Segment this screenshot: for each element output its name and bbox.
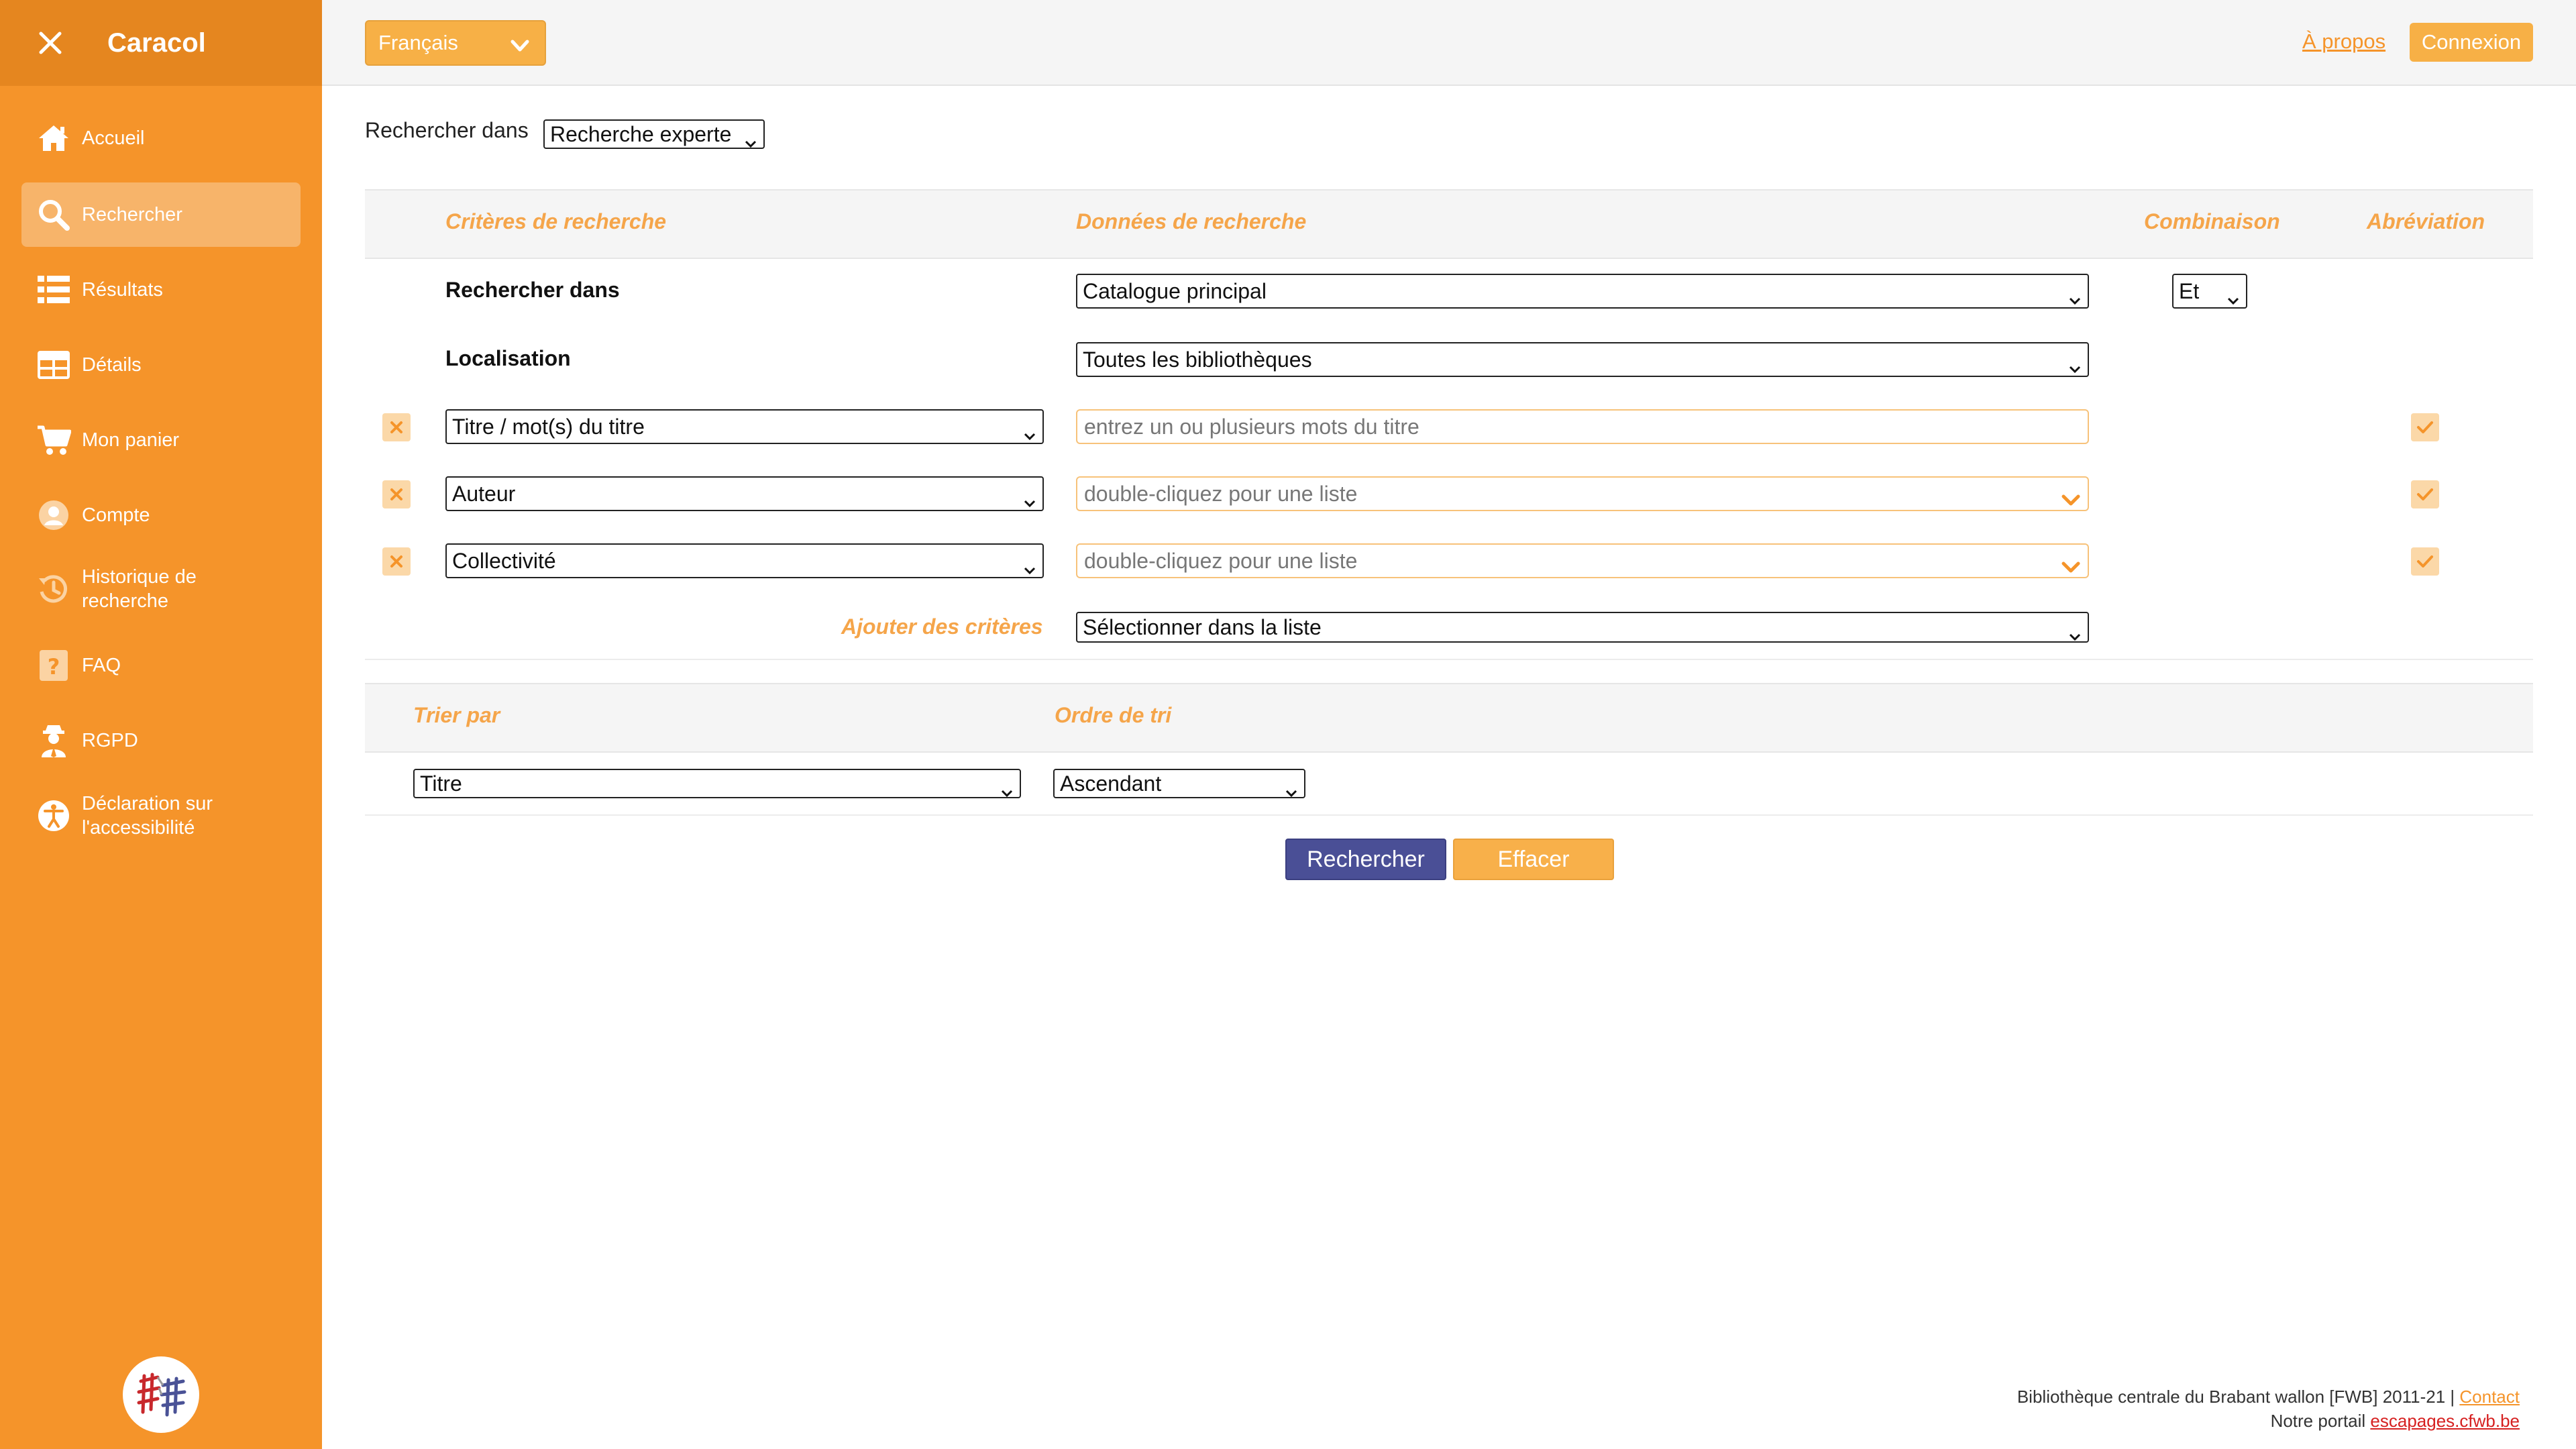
top-bar: Français À propos Connexion xyxy=(322,0,2576,86)
portal-link[interactable]: escapages.cfwb.be xyxy=(2370,1411,2520,1431)
clear-button[interactable]: Effacer xyxy=(1453,839,1614,880)
remove-criterion-button[interactable] xyxy=(382,413,411,441)
sidebar-item-details[interactable]: Détails xyxy=(21,333,301,397)
chevron-down-icon xyxy=(1024,556,1036,581)
search-mode-select[interactable]: Recherche experte xyxy=(543,119,765,149)
sort-order-select[interactable]: Ascendant xyxy=(1053,769,1305,798)
chevron-down-icon xyxy=(1285,779,1297,804)
login-button[interactable]: Connexion xyxy=(2410,23,2533,62)
chevron-down-icon[interactable] xyxy=(2061,555,2081,580)
abbreviation-checkbox[interactable] xyxy=(2411,413,2439,441)
row-label-search-in: Rechercher dans xyxy=(445,278,620,302)
collectivity-input[interactable]: double-cliquez pour une liste xyxy=(1076,543,2089,578)
sidebar-item-resultats[interactable]: Résultats xyxy=(21,258,301,322)
criterion-field-select[interactable]: Titre / mot(s) du titre xyxy=(445,409,1044,444)
header-criteria: Critères de recherche xyxy=(445,209,667,233)
divider xyxy=(365,659,2533,660)
close-icon[interactable] xyxy=(0,31,101,55)
user-icon xyxy=(21,500,86,531)
footer-line-1: Bibliothèque centrale du Brabant wallon … xyxy=(2017,1385,2520,1409)
copyright-text: Bibliothèque centrale du Brabant wallon … xyxy=(2017,1387,2460,1407)
home-icon xyxy=(21,123,86,153)
search-button[interactable]: Rechercher xyxy=(1285,839,1446,880)
header-data: Données de recherche xyxy=(1076,209,1307,233)
details-grid-icon xyxy=(21,351,86,379)
chevron-down-icon[interactable] xyxy=(2061,488,2081,513)
chevron-down-icon xyxy=(2227,286,2239,311)
chevron-down-icon xyxy=(2069,286,2081,311)
sidebar-item-compte[interactable]: Compte xyxy=(21,483,301,547)
header-sort-by: Trier par xyxy=(413,703,500,727)
checkmark-icon xyxy=(2417,421,2433,433)
row-label-location: Localisation xyxy=(445,346,571,370)
portal-label: Notre portail xyxy=(2270,1411,2371,1431)
contact-link[interactable]: Contact xyxy=(2459,1387,2520,1407)
language-value: Français xyxy=(378,31,458,54)
abbreviation-checkbox[interactable] xyxy=(2411,480,2439,508)
sidebar-header: Caracol xyxy=(0,0,322,86)
language-select[interactable]: Français xyxy=(365,20,546,66)
accessibility-icon xyxy=(21,800,86,832)
svg-text:?: ? xyxy=(48,654,60,680)
footer: Bibliothèque centrale du Brabant wallon … xyxy=(2017,1385,2520,1433)
criterion-field-select[interactable]: Auteur xyxy=(445,476,1044,511)
author-input[interactable]: double-cliquez pour une liste xyxy=(1076,476,2089,511)
library-logo xyxy=(123,1356,199,1433)
header-abbreviation: Abréviation xyxy=(2367,209,2485,233)
footer-line-2: Notre portail escapages.cfwb.be xyxy=(2017,1409,2520,1433)
remove-criterion-button[interactable] xyxy=(382,547,411,576)
chevron-down-icon xyxy=(510,35,530,59)
criterion-field-select[interactable]: Collectivité xyxy=(445,543,1044,578)
sort-by-select[interactable]: Titre xyxy=(413,769,1021,798)
add-criteria-label: Ajouter des critères xyxy=(841,614,1043,639)
sidebar-item-accueil[interactable]: Accueil xyxy=(21,106,301,170)
search-icon xyxy=(21,199,86,231)
cart-icon xyxy=(21,425,86,455)
catalogue-select[interactable]: Catalogue principal xyxy=(1076,274,2089,309)
abbreviation-checkbox[interactable] xyxy=(2411,547,2439,576)
combination-select[interactable]: Et xyxy=(2172,274,2247,309)
question-icon: ? xyxy=(21,650,86,681)
sort-header xyxy=(365,683,2533,753)
checkmark-icon xyxy=(2417,555,2433,568)
privacy-agent-icon xyxy=(21,724,86,757)
sidebar-item-historique[interactable]: Historique de recherche xyxy=(21,557,301,621)
chevron-down-icon xyxy=(2069,623,2081,647)
history-icon xyxy=(21,573,86,605)
sidebar-item-faq[interactable]: ? FAQ xyxy=(21,633,301,698)
chevron-down-icon xyxy=(745,129,757,154)
sidebar: Caracol Accueil Rechercher Résultats Dét… xyxy=(0,0,322,1449)
list-icon xyxy=(21,276,86,304)
checkmark-icon xyxy=(2417,488,2433,500)
sidebar-item-rgpd[interactable]: RGPD xyxy=(21,708,301,773)
chevron-down-icon xyxy=(1024,489,1036,514)
sidebar-item-mon-panier[interactable]: Mon panier xyxy=(21,408,301,472)
app-name: Caracol xyxy=(107,28,206,58)
add-criteria-select[interactable]: Sélectionner dans la liste xyxy=(1076,612,2089,643)
divider xyxy=(365,814,2533,816)
chevron-down-icon xyxy=(1001,779,1013,804)
search-in-label: Rechercher dans xyxy=(365,118,529,142)
close-icon xyxy=(390,421,402,433)
sidebar-item-rechercher[interactable]: Rechercher xyxy=(21,182,301,247)
sidebar-item-accessibilite[interactable]: Déclaration sur l'accessibilité xyxy=(21,784,301,848)
header-sort-order: Ordre de tri xyxy=(1055,703,1172,727)
close-icon xyxy=(390,488,402,500)
chevron-down-icon xyxy=(2069,355,2081,380)
remove-criterion-button[interactable] xyxy=(382,480,411,508)
close-icon xyxy=(390,555,402,568)
chevron-down-icon xyxy=(1024,422,1036,447)
header-combination: Combinaison xyxy=(2144,209,2280,233)
about-link[interactable]: À propos xyxy=(2302,30,2385,54)
location-select[interactable]: Toutes les bibliothèques xyxy=(1076,342,2089,377)
title-input[interactable]: entrez un ou plusieurs mots du titre xyxy=(1076,409,2089,444)
